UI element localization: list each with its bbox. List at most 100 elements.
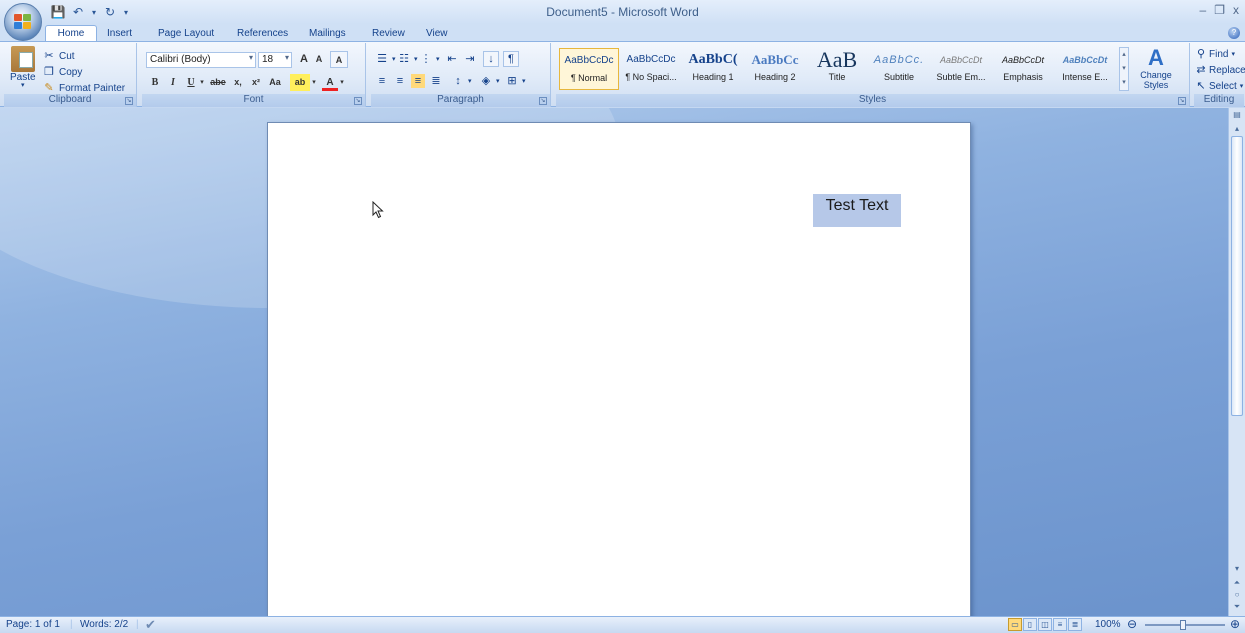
- find-button[interactable]: ⚲ Find ▾: [1196, 47, 1235, 61]
- office-logo-icon: [14, 14, 33, 31]
- font-color-button[interactable]: A: [322, 74, 338, 91]
- full-screen-reading-icon[interactable]: ▯: [1023, 618, 1037, 631]
- style-emphasis[interactable]: AaBbCcDt Emphasis: [993, 48, 1053, 90]
- style-subtitle[interactable]: AaBbCc. Subtitle: [869, 48, 929, 90]
- font-group-label: Font: [142, 94, 365, 107]
- office-button[interactable]: [4, 3, 42, 41]
- cut-button[interactable]: ✂ Cut: [42, 49, 74, 63]
- next-page-icon[interactable]: ⏷: [1230, 600, 1244, 614]
- zoom-slider-handle[interactable]: [1180, 620, 1186, 630]
- tab-review[interactable]: Review: [372, 26, 405, 42]
- draft-icon[interactable]: ≣: [1068, 618, 1082, 631]
- style-subtle-emphasis[interactable]: AaBbCcDt Subtle Em...: [931, 48, 991, 90]
- print-layout-icon[interactable]: ▭: [1008, 618, 1022, 631]
- replace-icon: ⇄: [1196, 64, 1206, 76]
- bullets-button[interactable]: ☰ ▾: [375, 52, 395, 66]
- chevron-down-icon: ▾: [436, 56, 440, 63]
- grow-font-button[interactable]: A: [296, 51, 312, 68]
- select-button[interactable]: ↖ Select ▾: [1196, 79, 1243, 93]
- subscript-button[interactable]: x,: [230, 74, 246, 91]
- style-heading-1[interactable]: AaBbC( Heading 1: [683, 48, 743, 90]
- paragraph-group: ☰ ▾ ☷ ▾ ⋮ ▾ ⇤ ⇥ ↓ ¶ ≡ ≡ ≡ ≣ ↕ ▾ ◈ ▾ ⊞ ▾ Paragr…: [371, 43, 551, 107]
- ruler-toggle-icon[interactable]: ▤: [1230, 108, 1244, 122]
- highlight-button[interactable]: ab: [290, 74, 310, 91]
- paste-button[interactable]: Paste ▾: [10, 46, 36, 89]
- increase-indent-button[interactable]: ⇥: [463, 52, 477, 66]
- clipboard-launcher-icon[interactable]: ↘: [125, 97, 133, 105]
- scroll-down-icon[interactable]: ▾: [1230, 562, 1244, 576]
- zoom-level[interactable]: 100%: [1095, 619, 1121, 630]
- bullet-list-icon: ☰: [377, 53, 387, 65]
- align-center-button[interactable]: ≡: [393, 74, 407, 88]
- restore-icon[interactable]: ❐: [1214, 3, 1225, 17]
- copy-button[interactable]: ❐ Copy: [42, 65, 82, 79]
- document-page[interactable]: Test Text: [267, 122, 971, 616]
- zoom-in-icon[interactable]: ⊕: [1230, 617, 1240, 631]
- style-intense-emphasis[interactable]: AaBbCcDt Intense E...: [1055, 48, 1115, 90]
- tab-mailings[interactable]: Mailings: [309, 26, 346, 42]
- font-family-select[interactable]: Calibri (Body) ▾: [146, 52, 256, 68]
- change-styles-icon: A: [1148, 45, 1164, 70]
- selected-text[interactable]: Test Text: [813, 194, 901, 227]
- tab-page-layout[interactable]: Page Layout: [158, 26, 214, 42]
- borders-button[interactable]: ⊞ ▾: [505, 74, 526, 88]
- decrease-indent-icon: ⇤: [447, 53, 457, 65]
- shading-button[interactable]: ◈ ▾: [479, 74, 500, 88]
- decrease-indent-button[interactable]: ⇤: [445, 52, 459, 66]
- change-styles-button[interactable]: A Change Styles: [1134, 45, 1178, 91]
- styles-gallery-scroll[interactable]: ▴ ▾ ▾: [1119, 47, 1129, 91]
- font-launcher-icon[interactable]: ↘: [354, 97, 362, 105]
- align-right-button[interactable]: ≡: [411, 74, 425, 88]
- clear-format-button[interactable]: A: [330, 51, 348, 68]
- multilevel-list-button[interactable]: ⋮ ▾: [419, 52, 440, 66]
- superscript-button[interactable]: x²: [248, 74, 264, 91]
- underline-dropdown-icon[interactable]: ▾: [198, 74, 206, 91]
- font-size-select[interactable]: 18 ▾: [258, 52, 292, 68]
- tab-references[interactable]: References: [237, 26, 288, 42]
- style-no-spacing[interactable]: AaBbCcDc ¶ No Spaci...: [621, 48, 681, 90]
- status-separator: |: [70, 619, 73, 630]
- style-title[interactable]: AaB Title: [807, 48, 867, 90]
- replace-button[interactable]: ⇄ Replace: [1196, 63, 1245, 77]
- line-spacing-button[interactable]: ↕ ▾: [451, 74, 471, 88]
- paste-icon: [10, 46, 35, 72]
- tab-view[interactable]: View: [426, 26, 448, 42]
- window-controls: – ❐ x: [1200, 3, 1239, 17]
- show-marks-button[interactable]: ¶: [503, 51, 519, 67]
- paragraph-launcher-icon[interactable]: ↘: [539, 97, 547, 105]
- zoom-out-icon[interactable]: ⊖: [1127, 617, 1137, 631]
- page-count[interactable]: Page: 1 of 1: [6, 619, 60, 630]
- justify-button[interactable]: ≣: [429, 74, 443, 88]
- styles-launcher-icon[interactable]: ↘: [1178, 97, 1186, 105]
- document-workspace: Test Text: [0, 108, 1228, 616]
- italic-button[interactable]: I: [166, 74, 180, 91]
- chevron-down-icon: ▾: [248, 53, 253, 62]
- pilcrow-icon: ¶: [508, 53, 514, 65]
- help-icon[interactable]: ?: [1228, 27, 1240, 39]
- bold-button[interactable]: B: [148, 74, 162, 91]
- outline-icon[interactable]: ≡: [1053, 618, 1067, 631]
- proofing-icon[interactable]: ✔: [145, 617, 156, 633]
- tab-insert[interactable]: Insert: [107, 26, 132, 42]
- shrink-font-button[interactable]: A: [312, 51, 326, 68]
- sort-button[interactable]: ↓: [483, 51, 499, 67]
- align-left-button[interactable]: ≡: [375, 74, 389, 88]
- strikethrough-button[interactable]: abe: [208, 74, 228, 91]
- format-painter-button[interactable]: ✎ Format Painter: [42, 81, 125, 95]
- style-normal[interactable]: AaBbCcDc ¶ Normal: [559, 48, 619, 90]
- minimize-icon[interactable]: –: [1200, 3, 1207, 17]
- change-case-button[interactable]: Aa: [266, 74, 284, 91]
- web-layout-icon[interactable]: ◫: [1038, 618, 1052, 631]
- underline-button[interactable]: U: [184, 74, 198, 91]
- scroll-up-icon[interactable]: ▴: [1230, 122, 1244, 136]
- word-count[interactable]: Words: 2/2: [80, 619, 128, 630]
- styles-group-label: Styles: [556, 94, 1189, 107]
- vertical-scrollbar[interactable]: ▤ ▴ ▾ ⏶ ○ ⏷: [1228, 108, 1245, 616]
- close-icon[interactable]: x: [1233, 3, 1239, 17]
- scroll-thumb[interactable]: [1231, 136, 1243, 416]
- highlight-dropdown-icon[interactable]: ▾: [310, 74, 318, 91]
- numbering-button[interactable]: ☷ ▾: [397, 52, 417, 66]
- chevron-down-icon: ▾: [522, 78, 526, 85]
- font-color-dropdown-icon[interactable]: ▾: [338, 74, 346, 91]
- style-heading-2[interactable]: AaBbCc Heading 2: [745, 48, 805, 90]
